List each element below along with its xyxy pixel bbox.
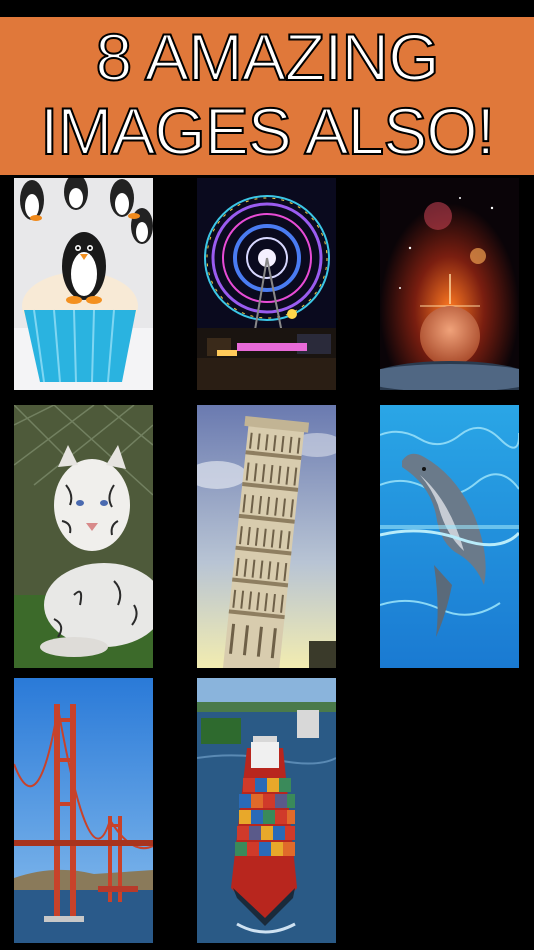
banner-title-line-2: IMAGES ALSO! bbox=[39, 93, 496, 169]
promo-banner: 8 AMAZING IMAGES ALSO! bbox=[0, 17, 534, 175]
image-dolphin[interactable] bbox=[380, 405, 519, 668]
image-container-ship[interactable] bbox=[197, 678, 336, 943]
banner-title-line-1: 8 AMAZING bbox=[94, 19, 440, 95]
image-white-tiger[interactable] bbox=[14, 405, 153, 668]
image-penguin-cupcake[interactable] bbox=[14, 178, 153, 390]
image-golden-gate-bridge[interactable] bbox=[14, 678, 153, 943]
image-leaning-tower-pisa[interactable] bbox=[197, 405, 336, 668]
image-planet-space[interactable] bbox=[380, 178, 519, 390]
image-ferris-wheel-night[interactable] bbox=[197, 178, 336, 390]
